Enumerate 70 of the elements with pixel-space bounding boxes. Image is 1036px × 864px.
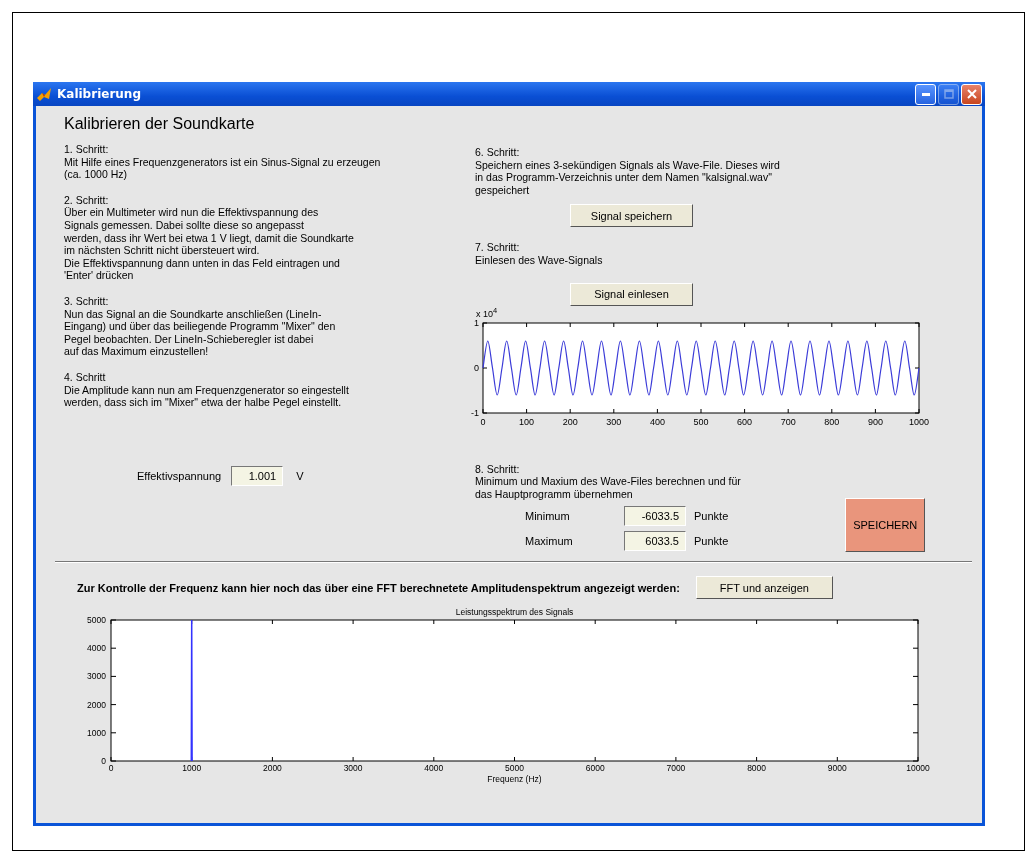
axis-label: Frequenz (Hz) [487,774,542,784]
step-text: Einlesen des Wave-Signals [475,253,604,267]
step-title: 3. Schritt: [64,294,110,308]
load-signal-button[interactable]: Signal einlesen [570,282,693,306]
close-icon [966,89,977,99]
value-field[interactable]: 6033.5 [624,531,686,552]
step-text: Nun das Signal an die Soundkarte anschließen (LineIn- Eingang) und über das beiliegende Programm "Mixer" den Pegel beobachten. Der LineIn-Schieberegler ist dabei auf das Maximum einzustellen! [64,307,337,358]
tick-label: 4000 [424,763,444,773]
save-button[interactable]: SPEICHERN [845,498,925,553]
voltage-field[interactable]: 1.001 [231,465,284,486]
voltage-label: Effektivspannung [137,469,222,482]
step-text: Mit Hilfe eines Frequenzgenerators ist ein Sinus-Signal zu erzeugen (ca. 1000 Hz) [64,155,382,181]
tick-label: -1 [471,407,479,418]
axis-exponent: x 10$^{4}$ [476,308,498,319]
unit-label: Punkte [694,535,729,548]
tick-label: 300 [606,416,622,427]
step-title: 4. Schritt [64,370,107,384]
tick-label: 1000 [182,763,202,773]
tick-label: 900 [867,416,883,427]
tick-label: 9000 [827,763,847,773]
tick-label: 200 [562,416,578,427]
close-button[interactable] [961,83,982,105]
tick-label: 500 [693,416,709,427]
tick-label: 6000 [585,763,605,773]
tick-label: 0 [474,362,479,373]
tick-label: 0 [101,756,106,766]
minimize-icon [921,92,930,96]
step-title: 1. Schritt: [64,143,110,156]
step-title: 6. Schritt: [475,146,521,159]
tick-label: 600 [737,416,753,427]
tick-label: 3000 [87,671,106,682]
tick-label: 5000 [87,615,106,625]
heading: Kalibrieren der Soundkarte [64,115,256,133]
step-title: 8. Schritt: [475,462,521,476]
step-text: Minimum und Maxium des Wave-Files berechnen und für das Hauptprogramm übernehmen [475,475,742,501]
window-title: Kalibrierung [57,87,142,101]
tick-label: 800 [824,416,840,427]
step-title: 7. Schritt: [475,241,521,254]
tick-label: 400 [649,416,665,427]
step-title: 2. Schritt: [64,193,110,207]
maximize-icon [943,89,954,99]
minimize-button[interactable] [915,83,936,105]
tick-label: 5000 [505,763,524,773]
tick-label: 1000 [87,727,106,738]
app-icon [36,86,52,102]
tick-label: 2000 [87,699,106,710]
tick-label: 1 [474,317,479,328]
tick-label: 8000 [747,763,767,773]
tick-label: 2000 [262,763,282,773]
chart-title: Leistungsspektrum des Signals [455,607,574,617]
step-text: Speichern eines 3-sekündigen Signals als Wave-File. Dieses wird in das Programm-Verzeichnis unter dem Namen "kalsignal.wav" gespeichert [475,158,781,197]
value-label: Minimum [525,510,571,523]
tick-label: 0 [108,763,114,773]
save-signal-button[interactable]: Signal speichern [570,204,693,228]
tick-label: 700 [780,416,796,427]
fft-button[interactable]: FFT und anzeigen [695,576,833,599]
tick-label: 4000 [87,643,106,654]
tick-label: 10000 [906,763,930,773]
tick-label: 1000 [909,416,929,427]
tick-label: 100 [519,416,535,427]
value-field[interactable]: -6033.5 [624,506,686,527]
tick-label: 0 [480,416,486,427]
tick-label: 3000 [343,763,363,773]
tick-label: 7000 [666,763,686,773]
unit-label: V [296,469,304,482]
instruction-text: Zur Kontrolle der Frequenz kann hier noch das über eine FFT berechnetete Amplitudenspektrum angezeigt werden: [77,581,680,594]
step-text: Über ein Multimeter wird nun die Effektivspannung des Signals gemessen. Dabei sollte diese so angepasst werden, dass ihr Wert bei etwa 1 V liegt, damit die Soundkarte im nächsten Schritt nicht übersteuert wird. Die Effektivspannung dann unten in das Feld eintragen und 'Enter' drücken [64,206,355,282]
value-label: Maximum [525,535,574,548]
step-text: Die Amplitude kann nun am Frequenzgenerator so eingestellt werden, dass sich im "Mixer" etwa der halbe Pegel einstellt. [64,383,350,409]
unit-label: Punkte [694,510,729,523]
